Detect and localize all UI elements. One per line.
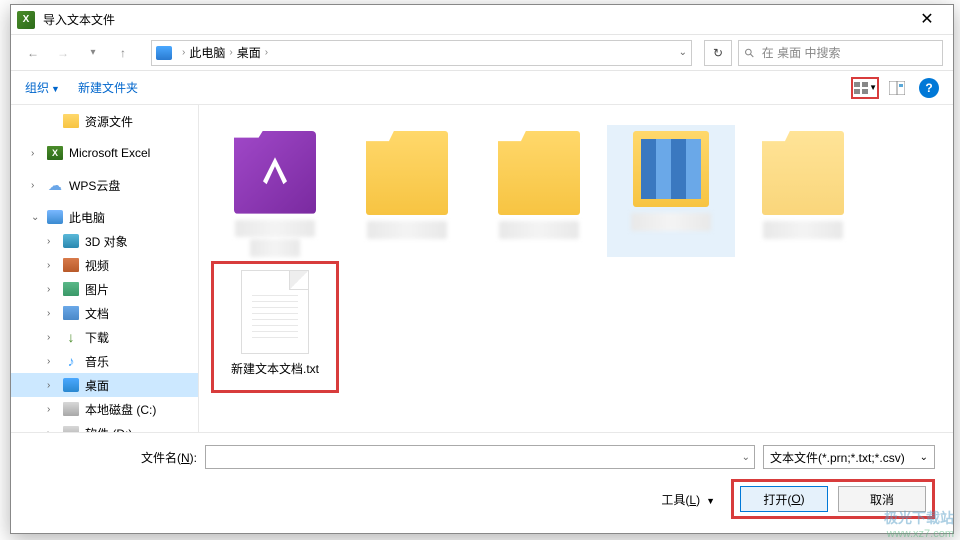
search-icon: ⚲ <box>741 44 757 60</box>
close-button[interactable]: ✕ <box>907 7 947 33</box>
open-button[interactable]: 打开(O) <box>740 486 828 512</box>
document-icon <box>63 306 79 320</box>
file-label-blurred <box>367 221 447 239</box>
recent-dropdown[interactable]: ▾ <box>81 41 105 65</box>
cube-icon <box>63 234 79 248</box>
folder-icon <box>762 131 844 215</box>
video-icon <box>63 258 79 272</box>
file-item[interactable] <box>475 125 603 257</box>
music-icon: ♪ <box>63 354 79 368</box>
tree-item-disk-d[interactable]: ›软件 (D:) <box>11 421 198 432</box>
filename-input[interactable]: ⌄ <box>205 445 755 469</box>
tools-menu[interactable]: 工具(L)▼ <box>661 491 715 508</box>
excel-icon: X <box>17 11 35 29</box>
file-item[interactable] <box>607 125 735 257</box>
dialog-footer: 文件名(N): ⌄ 文本文件(*.prn;*.txt;*.csv)⌄ 工具(L)… <box>11 432 953 533</box>
file-item-txt[interactable]: 新建文本文档.txt <box>211 261 339 393</box>
back-button[interactable]: ← <box>21 41 45 65</box>
chevron-right-icon: › <box>265 47 268 58</box>
navigation-bar: ← → ▾ ↑ › 此电脑 › 桌面 › ⌄ ↻ ⚲ 在 桌面 中搜索 <box>11 35 953 71</box>
preview-pane-button[interactable] <box>883 77 911 99</box>
view-mode-button[interactable]: ▼ <box>851 77 879 99</box>
file-label-blurred <box>499 221 579 239</box>
tree-item-downloads[interactable]: ›↓下载 <box>11 325 198 349</box>
image-icon <box>63 282 79 296</box>
tree-item-music[interactable]: ›♪音乐 <box>11 349 198 373</box>
cancel-button[interactable]: 取消 <box>838 486 926 512</box>
desktop-icon <box>63 378 79 392</box>
refresh-button[interactable]: ↻ <box>704 40 732 66</box>
action-buttons-highlight: 打开(O) 取消 <box>731 479 935 519</box>
chevron-right-icon: › <box>229 47 232 58</box>
file-label-blurred <box>631 213 711 231</box>
tree-item-resources[interactable]: 资源文件 <box>11 109 198 133</box>
excel-icon: X <box>47 146 63 160</box>
pc-icon <box>156 46 172 60</box>
tree-item-desktop[interactable]: ›桌面 <box>11 373 198 397</box>
file-item[interactable] <box>343 125 471 257</box>
dialog-body: 资源文件 ›XMicrosoft Excel ›☁WPS云盘 ⌄此电脑 ›3D … <box>11 105 953 432</box>
tree-item-3d[interactable]: ›3D 对象 <box>11 229 198 253</box>
address-bar[interactable]: › 此电脑 › 桌面 › ⌄ <box>151 40 692 66</box>
file-list[interactable]: 新建文本文档.txt <box>199 105 953 432</box>
new-folder-button[interactable]: 新建文件夹 <box>78 79 138 96</box>
file-item[interactable] <box>739 125 867 257</box>
folder-icon <box>498 131 580 215</box>
window-title: 导入文本文件 <box>43 11 907 28</box>
filetype-dropdown[interactable]: 文本文件(*.prn;*.txt;*.csv)⌄ <box>763 445 935 469</box>
search-input[interactable]: ⚲ 在 桌面 中搜索 <box>738 40 943 66</box>
tree-item-documents[interactable]: ›文档 <box>11 301 198 325</box>
file-label-blurred <box>235 220 315 238</box>
pc-icon <box>47 210 63 224</box>
file-label-blurred <box>763 221 843 239</box>
import-text-dialog: X 导入文本文件 ✕ ← → ▾ ↑ › 此电脑 › 桌面 › ⌄ ↻ ⚲ 在 … <box>10 4 954 534</box>
search-placeholder: 在 桌面 中搜索 <box>762 44 841 61</box>
folder-icon <box>234 131 316 214</box>
file-item[interactable] <box>211 125 339 257</box>
tree-item-pictures[interactable]: ›图片 <box>11 277 198 301</box>
organize-menu[interactable]: 组织▼ <box>25 79 60 96</box>
tree-item-disk-c[interactable]: ›本地磁盘 (C:) <box>11 397 198 421</box>
path-segment-current[interactable]: 桌面 <box>237 44 261 61</box>
toolbar: 组织▼ 新建文件夹 ▼ ? <box>11 71 953 105</box>
filename-label: 文件名(N): <box>141 449 197 466</box>
text-file-icon <box>241 270 309 354</box>
up-button[interactable]: ↑ <box>111 41 135 65</box>
tree-item-excel[interactable]: ›XMicrosoft Excel <box>11 141 198 165</box>
titlebar: X 导入文本文件 ✕ <box>11 5 953 35</box>
tree-item-wps-cloud[interactable]: ›☁WPS云盘 <box>11 173 198 197</box>
folder-icon <box>633 131 709 207</box>
forward-button: → <box>51 41 75 65</box>
folder-icon <box>366 131 448 215</box>
address-dropdown-icon[interactable]: ⌄ <box>679 47 687 58</box>
tree-item-this-pc[interactable]: ⌄此电脑 <box>11 205 198 229</box>
path-segment-root[interactable]: 此电脑 <box>189 44 225 61</box>
help-button[interactable]: ? <box>919 78 939 98</box>
chevron-right-icon: › <box>182 47 185 58</box>
folder-icon <box>63 114 79 128</box>
file-label: 新建文本文档.txt <box>231 360 319 377</box>
nav-tree: 资源文件 ›XMicrosoft Excel ›☁WPS云盘 ⌄此电脑 ›3D … <box>11 105 199 432</box>
download-icon: ↓ <box>63 330 79 344</box>
cloud-icon: ☁ <box>47 178 63 192</box>
tree-item-videos[interactable]: ›视频 <box>11 253 198 277</box>
disk-icon <box>63 402 79 416</box>
